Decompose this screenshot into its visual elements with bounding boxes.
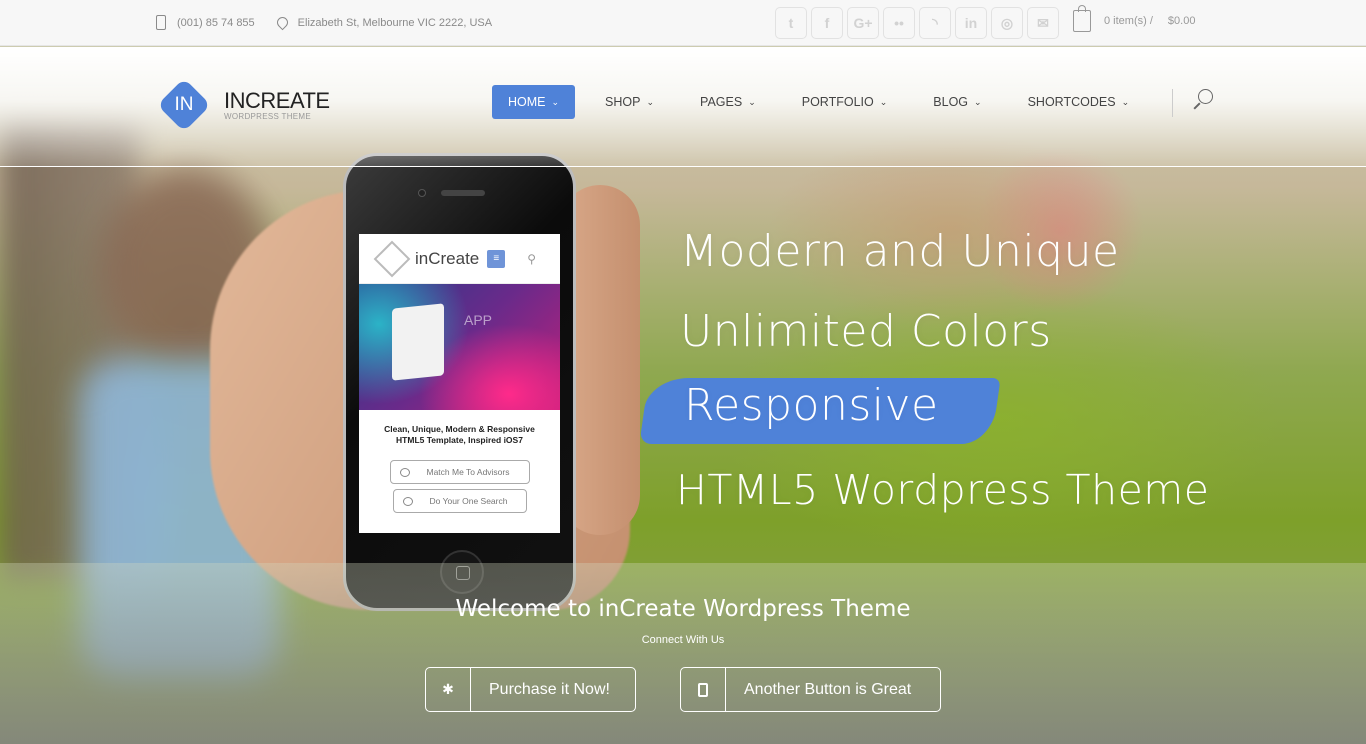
logo-mark: IN xyxy=(157,78,211,132)
screen-title: inCreate xyxy=(415,248,480,268)
headline-2: Unlimited Colors xyxy=(680,306,1052,357)
bug-icon: ✱ xyxy=(426,668,471,711)
chevron-down-icon: ⌄ xyxy=(1121,96,1130,107)
contact-info: (001) 85 74 855 Elizabeth St, Melbourne … xyxy=(156,14,493,31)
another-button-label: Another Button is Great xyxy=(744,680,912,698)
rss-icon[interactable]: ◝ xyxy=(919,7,951,39)
phone-screen: inCreate ≡ ⚲ APP Clean, Unique, Modern &… xyxy=(359,234,560,533)
address: Elizabeth St, Melbourne VIC 2222, USA xyxy=(297,16,493,29)
linkedin-icon[interactable]: in xyxy=(955,7,987,39)
headline-3: Responsive xyxy=(684,380,939,431)
nav-blog[interactable]: BLOG ⌄ xyxy=(917,85,997,119)
search-icon: ⚲ xyxy=(527,251,537,266)
site-header: IN INCREATE WORDPRESS THEME HOME ⌄ SHOP ⌄ … xyxy=(0,47,1366,167)
dribbble-icon[interactable]: ◎ xyxy=(991,7,1023,39)
phone-camera xyxy=(418,189,426,197)
chevron-down-icon: ⌄ xyxy=(879,96,888,107)
site-logo[interactable]: IN INCREATE WORDPRESS THEME xyxy=(157,78,330,132)
chevron-down-icon: ⌄ xyxy=(551,96,560,107)
cart-total: $0.00 xyxy=(1167,15,1196,27)
flickr-icon[interactable]: •• xyxy=(883,7,915,39)
google-plus-icon[interactable]: G+ xyxy=(847,7,879,39)
banner-text: APP xyxy=(464,312,493,328)
cart-items: 0 item(s) / xyxy=(1104,15,1153,27)
connect-subtitle: Connect With Us xyxy=(641,634,725,646)
email-icon[interactable]: ✉ xyxy=(1027,7,1059,39)
another-button[interactable]: Another Button is Great xyxy=(680,667,941,712)
headline-3-highlight: Responsive xyxy=(639,378,1001,444)
twitter-icon[interactable]: t xyxy=(775,7,807,39)
screen-banner: APP xyxy=(359,284,560,410)
welcome-band: Welcome to inCreate Wordpress Theme Conn… xyxy=(0,563,1366,744)
logo-mark-text: IN xyxy=(174,94,194,115)
main-nav: HOME ⌄ SHOP ⌄ PAGES ⌄ PORTFOLIO ⌄ BLOG ⌄ SHOR… xyxy=(492,85,1159,119)
screen-button-search: Do Your One Search xyxy=(392,489,527,513)
search-icon[interactable] xyxy=(1192,89,1216,113)
nav-shortcodes[interactable]: SHORTCODES ⌄ xyxy=(1012,85,1146,119)
nav-divider xyxy=(1172,89,1173,117)
screen-tagline: Clean, Unique, Modern & Responsive HTML5… xyxy=(384,424,535,445)
purchase-button-label: Purchase it Now! xyxy=(489,680,610,698)
nav-portfolio[interactable]: PORTFOLIO ⌄ xyxy=(786,85,904,119)
chevron-down-icon: ⌄ xyxy=(748,96,756,107)
tablet-image xyxy=(392,303,444,381)
chevron-down-icon: ⌄ xyxy=(974,96,982,107)
screen-logo-icon xyxy=(373,240,411,277)
headline-4: HTML5 Wordpress Theme xyxy=(676,466,1210,514)
social-links: t f G+ •• ◝ in ◎ ✉ xyxy=(775,7,1063,39)
purchase-button[interactable]: ✱ Purchase it Now! xyxy=(425,667,636,712)
cart-summary[interactable]: 0 item(s) / $0.00 xyxy=(1073,5,1196,32)
mobile-phone-icon xyxy=(156,15,166,30)
nav-shop[interactable]: SHOP ⌄ xyxy=(589,85,670,119)
logo-subtitle: WORDPRESS THEME xyxy=(224,111,312,121)
screen-button-advisors: Match Me To Advisors xyxy=(389,460,530,484)
map-pin-icon xyxy=(274,14,290,31)
headline-1: Modern and Unique xyxy=(680,226,1120,277)
facebook-icon[interactable]: f xyxy=(811,7,843,39)
phone-mockup: inCreate ≡ ⚲ APP Clean, Unique, Modern &… xyxy=(343,153,576,611)
shopping-bag-icon xyxy=(1073,5,1091,32)
nav-pages[interactable]: PAGES ⌄ xyxy=(684,85,772,119)
menu-icon: ≡ xyxy=(487,249,506,268)
phone-speaker xyxy=(441,190,485,196)
phone-number: (001) 85 74 855 xyxy=(177,16,255,29)
logo-title: INCREATE xyxy=(224,87,330,113)
tablet-icon xyxy=(681,668,726,711)
screen-header: inCreate ≡ ⚲ xyxy=(359,234,560,284)
welcome-title: Welcome to inCreate Wordpress Theme xyxy=(455,596,911,622)
nav-home[interactable]: HOME ⌄ xyxy=(492,85,576,119)
chevron-down-icon: ⌄ xyxy=(646,96,655,107)
top-bar: (001) 85 74 855 Elizabeth St, Melbourne … xyxy=(0,0,1366,46)
